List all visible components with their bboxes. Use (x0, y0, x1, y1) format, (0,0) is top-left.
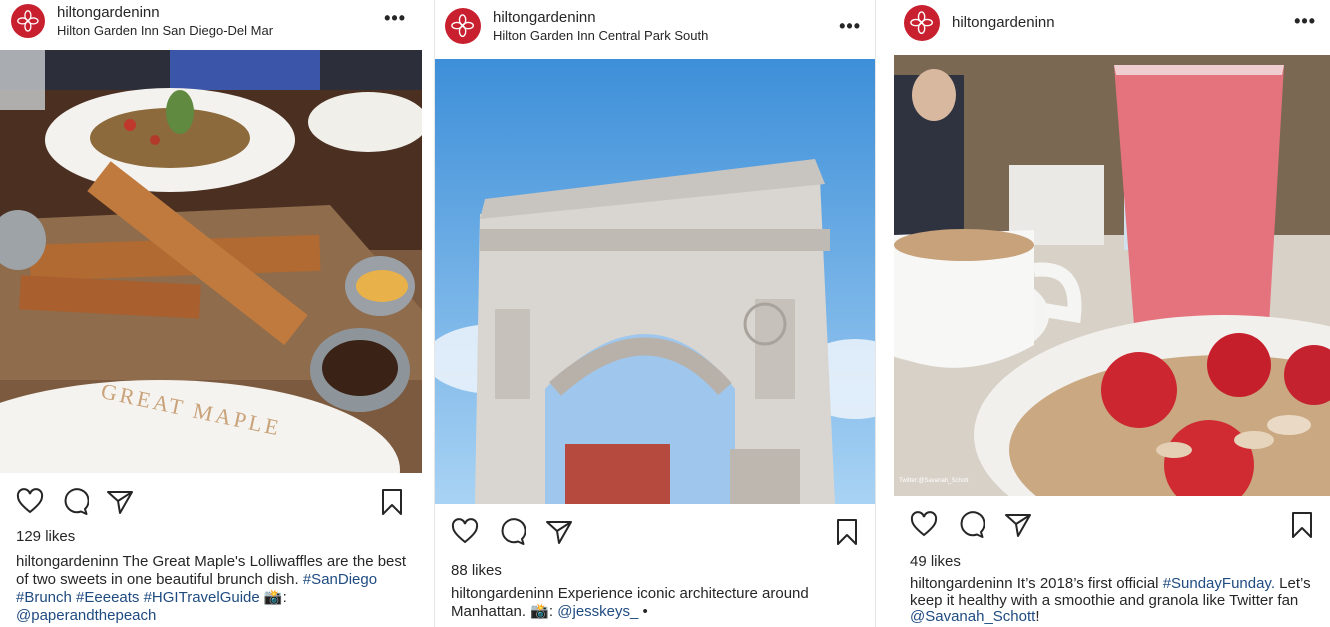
share-icon[interactable] (545, 518, 573, 546)
post-card-smoothie: hiltongardeninn ••• Twitter:@Savanah_Sch… (894, 0, 1330, 627)
caption-mention[interactable]: @paperandthepeach (16, 607, 156, 624)
comment-icon[interactable] (957, 511, 985, 539)
post-header-text: hiltongardeninn (952, 14, 1055, 32)
heart-icon[interactable] (16, 488, 44, 516)
post-header-text: hiltongardeninn Hilton Garden Inn San Di… (57, 4, 273, 39)
bookmark-icon[interactable] (378, 488, 406, 516)
more-icon[interactable]: ••• (384, 8, 406, 29)
photo-credit: Twitter:@Savanah_Schott (899, 478, 969, 484)
caption: hiltongardeninn Experience iconic archit… (451, 585, 863, 621)
caption-suffix: • (642, 603, 648, 620)
more-icon[interactable]: ••• (1294, 11, 1316, 32)
hilton-garden-inn-logo[interactable] (11, 4, 45, 38)
comment-icon[interactable] (498, 518, 526, 546)
post-photo-waffles[interactable]: GREAT MAPLE (0, 50, 422, 473)
like-count[interactable]: 129 likes (16, 528, 75, 545)
post-header-text: hiltongardeninn Hilton Garden Inn Centra… (493, 9, 708, 44)
like-count[interactable]: 49 likes (910, 553, 961, 570)
comment-icon[interactable] (61, 488, 89, 516)
caption-text-1: It’s 2018’s first official (1016, 575, 1159, 592)
bookmark-icon[interactable] (833, 518, 861, 546)
post-photo-arch[interactable] (435, 59, 875, 504)
heart-icon[interactable] (910, 511, 938, 539)
caption-username[interactable]: hiltongardeninn (451, 585, 554, 602)
post-header: hiltongardeninn ••• (894, 5, 1330, 41)
caption-mention[interactable]: @jesskeys_ (557, 603, 638, 620)
post-actions (451, 518, 859, 546)
flower-logo-icon (910, 11, 934, 35)
post-header: hiltongardeninn Hilton Garden Inn Centra… (435, 8, 875, 44)
caption-mention[interactable]: @Savanah_Schott (910, 608, 1035, 625)
post-photo-smoothie[interactable]: Twitter:@Savanah_Schott (894, 55, 1330, 496)
username[interactable]: hiltongardeninn (952, 14, 1055, 32)
bookmark-icon[interactable] (1288, 511, 1316, 539)
camera-emoji: 📸: (530, 603, 554, 620)
location[interactable]: Hilton Garden Inn Central Park South (493, 28, 708, 44)
share-icon[interactable] (106, 488, 134, 516)
post-actions (910, 511, 1314, 539)
post-header: hiltongardeninn Hilton Garden Inn San Di… (0, 4, 422, 38)
caption: hiltongardeninn It’s 2018’s first offici… (910, 575, 1318, 626)
share-icon[interactable] (1004, 511, 1032, 539)
heart-icon[interactable] (451, 518, 479, 546)
caption-hashtag[interactable]: #SundayFunday. (1163, 575, 1275, 592)
username[interactable]: hiltongardeninn (57, 4, 273, 22)
username[interactable]: hiltongardeninn (493, 9, 708, 27)
like-count[interactable]: 88 likes (451, 562, 502, 579)
flower-logo-icon (451, 14, 475, 38)
hilton-garden-inn-logo[interactable] (904, 5, 940, 41)
caption: hiltongardeninn The Great Maple's Lolliw… (16, 553, 410, 625)
caption-username[interactable]: hiltongardeninn (910, 575, 1013, 592)
post-card-san-diego: hiltongardeninn Hilton Garden Inn San Di… (0, 0, 422, 627)
post-card-central-park: hiltongardeninn Hilton Garden Inn Centra… (435, 0, 875, 627)
flower-logo-icon (17, 10, 39, 32)
caption-username[interactable]: hiltongardeninn (16, 553, 119, 570)
location[interactable]: Hilton Garden Inn San Diego-Del Mar (57, 23, 273, 39)
hilton-garden-inn-logo[interactable] (445, 8, 481, 44)
more-icon[interactable]: ••• (839, 16, 861, 37)
caption-suffix: ! (1035, 608, 1040, 625)
camera-emoji: 📸: (263, 589, 287, 606)
post-actions (16, 488, 406, 516)
